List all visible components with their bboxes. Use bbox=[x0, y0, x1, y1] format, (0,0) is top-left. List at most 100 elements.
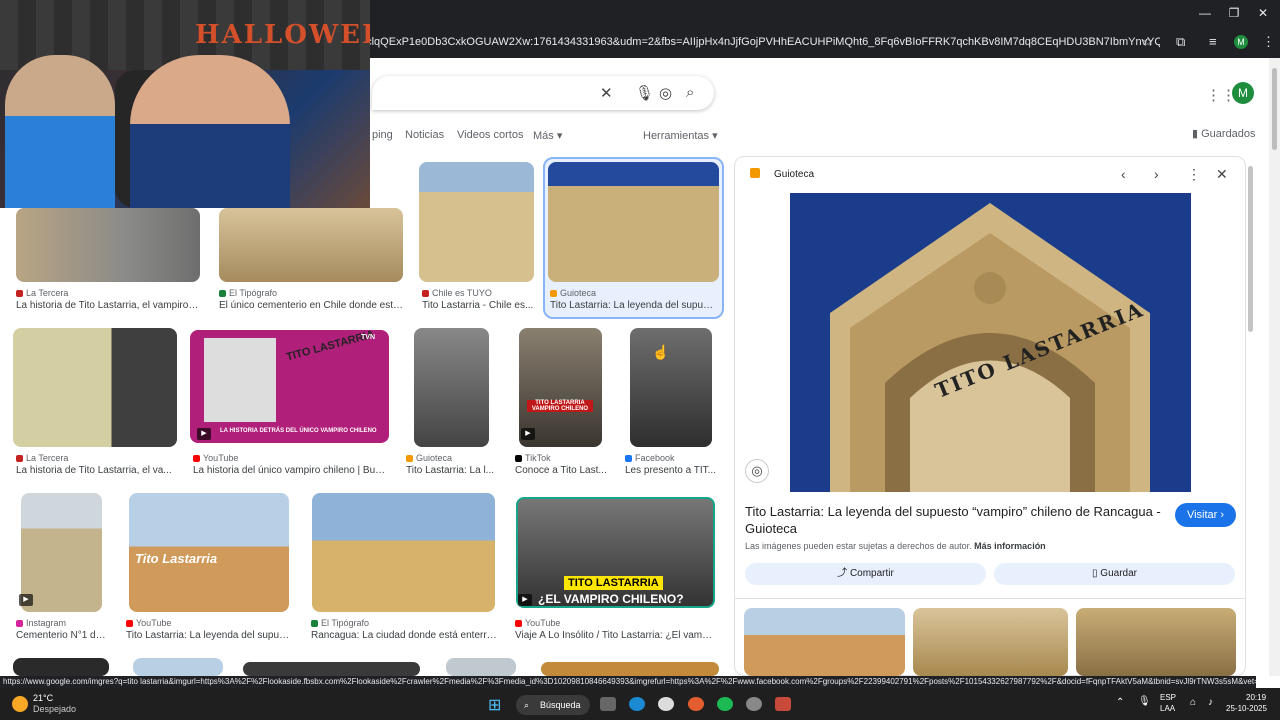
result-source: La Tercera bbox=[16, 288, 68, 298]
save-button[interactable]: ▯ Guardar bbox=[994, 563, 1235, 585]
panel-title[interactable]: Tito Lastarria: La leyenda del supuesto … bbox=[745, 503, 1165, 537]
browser-profile-avatar[interactable]: M bbox=[1234, 35, 1248, 49]
previous-icon[interactable]: ‹ bbox=[1121, 166, 1126, 182]
edge-icon[interactable] bbox=[629, 697, 645, 711]
keyboard-layout[interactable]: LAA bbox=[1160, 704, 1175, 713]
language-code[interactable]: ESP bbox=[1160, 693, 1176, 702]
thumb-caption: Tito Lastarria bbox=[135, 551, 218, 566]
maximize-icon[interactable]: ❐ bbox=[1219, 6, 1249, 20]
result-title[interactable]: Cementerio N°1 de... bbox=[16, 630, 108, 641]
tab-more[interactable]: Más ▾ bbox=[533, 129, 562, 142]
result-source: La Tercera bbox=[16, 453, 68, 463]
microphone-icon[interactable]: 🎙 bbox=[635, 84, 654, 102]
network-icon[interactable]: ⌂ bbox=[1190, 697, 1196, 708]
windows-start-icon[interactable]: ⊞ bbox=[488, 695, 501, 715]
browser-menu-icon[interactable]: ⋮ bbox=[1262, 34, 1275, 50]
page-scrollbar[interactable] bbox=[1269, 58, 1280, 676]
tray-expand-icon[interactable]: ⌃ bbox=[1116, 697, 1124, 708]
result-image[interactable] bbox=[219, 208, 403, 282]
share-button[interactable]: ⤴ Compartir bbox=[745, 563, 986, 585]
more-options-icon[interactable]: ⋮ bbox=[1187, 166, 1201, 183]
related-image[interactable] bbox=[913, 608, 1068, 676]
tools-button[interactable]: Herramientas ▾ bbox=[643, 129, 718, 142]
result-title[interactable]: Tito Lastarria - Chile es... bbox=[422, 300, 534, 311]
clock-time[interactable]: 20:19 bbox=[1246, 693, 1266, 702]
result-image[interactable]: TITO LASTARRIA TVN LA HISTORIA DETRÁS DE… bbox=[190, 330, 389, 443]
result-title[interactable]: La historia del único vampiro chileno | … bbox=[193, 465, 389, 476]
result-title[interactable]: Rancagua: La ciudad donde está enterra..… bbox=[311, 630, 497, 641]
tab-news[interactable]: Noticias bbox=[405, 129, 444, 141]
close-panel-icon[interactable]: ✕ bbox=[1216, 166, 1228, 183]
related-image[interactable] bbox=[744, 608, 905, 676]
avatar[interactable]: M bbox=[1232, 82, 1254, 104]
result-image[interactable] bbox=[16, 208, 200, 282]
result-title[interactable]: La historia de Tito Lastarria, el vampir… bbox=[16, 300, 200, 311]
result-image[interactable] bbox=[312, 493, 495, 612]
result-title[interactable]: El único cementerio en Chile donde está.… bbox=[219, 300, 403, 311]
result-image-selected[interactable] bbox=[548, 162, 719, 282]
result-source: El Tipógrafo bbox=[311, 618, 369, 628]
tab-shopping[interactable]: ping bbox=[372, 129, 393, 141]
taskbar-search[interactable]: ⌕ Búsqueda bbox=[516, 695, 590, 715]
minimize-icon[interactable]: — bbox=[1190, 6, 1220, 20]
result-source: YouTube bbox=[193, 453, 238, 463]
tools-label: Herramientas bbox=[643, 130, 710, 142]
result-image[interactable] bbox=[13, 658, 109, 676]
clock-date[interactable]: 25-10-2025 bbox=[1226, 704, 1267, 713]
task-view-icon[interactable] bbox=[600, 697, 616, 711]
visit-button[interactable]: Visitar › bbox=[1175, 503, 1236, 527]
media-control-icon[interactable]: ≡ bbox=[1209, 34, 1217, 49]
lens-icon[interactable]: ◎ bbox=[659, 84, 672, 102]
extensions-icon[interactable]: ⧉ bbox=[1176, 34, 1185, 50]
panel-scrollbar[interactable] bbox=[1248, 166, 1253, 332]
result-image[interactable] bbox=[541, 662, 719, 676]
result-image[interactable] bbox=[419, 162, 534, 282]
microphone-tray-icon[interactable]: 🎙 bbox=[1138, 696, 1151, 707]
result-image[interactable] bbox=[133, 658, 223, 676]
spotify-icon[interactable] bbox=[717, 697, 733, 711]
result-image[interactable] bbox=[243, 662, 420, 676]
next-icon[interactable]: › bbox=[1154, 166, 1159, 182]
result-title[interactable]: La historia de Tito Lastarria, el va... bbox=[16, 465, 176, 476]
close-icon[interactable]: ✕ bbox=[600, 84, 613, 102]
obs-icon[interactable] bbox=[746, 697, 762, 711]
bookmark-star-icon[interactable]: ☆ bbox=[1142, 34, 1154, 50]
result-image[interactable] bbox=[13, 328, 177, 447]
search-icon: ⌕ bbox=[524, 700, 530, 710]
close-window-icon[interactable]: ✕ bbox=[1248, 6, 1278, 20]
weather-icon bbox=[12, 696, 28, 712]
chrome-icon[interactable] bbox=[658, 697, 674, 711]
panel-source[interactable]: Guioteca bbox=[750, 168, 814, 180]
search-icon[interactable]: ⌕ bbox=[686, 84, 694, 101]
result-title[interactable]: Tito Lastarria: La l... bbox=[406, 465, 494, 476]
page-scrollbar-thumb[interactable] bbox=[1272, 68, 1277, 150]
result-image[interactable]: Tito Lastarria bbox=[129, 493, 289, 612]
source-favicon bbox=[625, 455, 632, 462]
result-title[interactable]: Viaje A Lo Insólito / Tito Lastarria: ¿E… bbox=[515, 630, 717, 641]
search-input[interactable]: ✕ 🎙 ◎ ⌕ bbox=[372, 76, 714, 110]
result-image[interactable]: TITO LASTARRIA ¿EL VAMPIRO CHILENO? bbox=[516, 497, 715, 608]
tab-short-videos[interactable]: Videos cortos bbox=[457, 129, 523, 141]
preview-image[interactable]: TITO LASTARRIA bbox=[790, 193, 1191, 492]
related-image[interactable] bbox=[1076, 608, 1236, 676]
result-image[interactable] bbox=[21, 493, 102, 612]
volume-icon[interactable]: ♪ bbox=[1208, 697, 1213, 708]
result-title[interactable]: Les presento a TIT... bbox=[625, 465, 717, 476]
result-title[interactable]: Tito Lastarria: La leyenda del supue... bbox=[550, 300, 716, 311]
lens-search-icon[interactable]: ◎ bbox=[745, 459, 769, 483]
result-source: Facebook bbox=[625, 453, 675, 463]
result-title[interactable]: Conoce a Tito Last... bbox=[515, 465, 607, 476]
temperature[interactable]: 21°C bbox=[33, 693, 53, 703]
result-image[interactable] bbox=[446, 658, 516, 676]
app-icon[interactable] bbox=[775, 697, 791, 711]
saved-button[interactable]: ▮ Guardados bbox=[1192, 127, 1256, 140]
divider bbox=[735, 598, 1245, 599]
app-icon[interactable] bbox=[688, 697, 704, 711]
more-info-link[interactable]: Más información bbox=[974, 541, 1046, 551]
result-source: El Tipógrafo bbox=[219, 288, 277, 298]
result-image[interactable] bbox=[630, 328, 712, 447]
result-title[interactable]: Tito Lastarria: La leyenda del supue... bbox=[126, 630, 290, 641]
address-bar[interactable]: _clqQExP1e0Db3CxkOGUAW2Xw:1761434331963&… bbox=[360, 31, 1160, 53]
source-favicon bbox=[16, 455, 23, 462]
result-image[interactable] bbox=[414, 328, 489, 447]
